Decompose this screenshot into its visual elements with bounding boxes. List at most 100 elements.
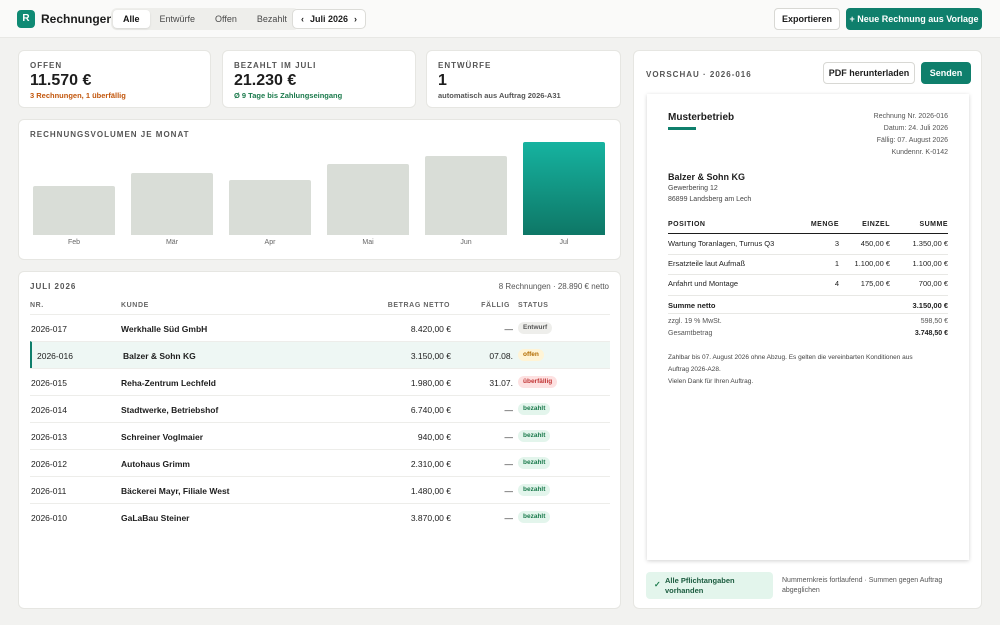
kpi-label: BEZAHLT IM JULI <box>234 61 317 70</box>
item-position: Ersatzteile laut Aufmaß <box>668 259 746 268</box>
table-row[interactable]: 2026-017 Werkhalle Süd GmbH 8.420,00 € — Ent… <box>30 314 610 341</box>
payment-terms-line-2: Auftrag 2026-A28. <box>668 366 721 373</box>
kpi-value: 1 <box>438 72 447 89</box>
bar-feb[interactable] <box>33 185 115 235</box>
compliance-label: Alle Pflichtangaben vorhanden <box>665 576 735 595</box>
status-badge: Entwurf <box>518 322 553 334</box>
col-betrag: BETRAG NETTO <box>387 302 450 309</box>
item-col-summe: SUMME <box>919 221 948 228</box>
kpi-label: ENTWÜRFE <box>438 61 492 70</box>
net-amount: 1.980,00 € <box>410 378 451 388</box>
table-row[interactable]: 2026-016 Balzer & Sohn KG 3.150,00 € 07.08.… <box>30 341 610 368</box>
netto-rule <box>668 313 948 314</box>
customer-name: GaLaBau Steiner <box>121 513 190 523</box>
month-label: Juli 2026 <box>310 14 349 24</box>
kpi-value: 11.570 € <box>30 72 92 89</box>
net-amount: 6.740,00 € <box>410 405 451 415</box>
status-badge: bezahlt <box>518 511 551 523</box>
bar-label: Feb <box>67 239 81 246</box>
table-row[interactable]: 2026-013 Schreiner Voglmaier 940,00 € — beza… <box>30 422 610 449</box>
net-amount: 1.480,00 € <box>410 486 451 496</box>
items-header-rule <box>668 233 948 234</box>
customer-name: Balzer & Sohn KG <box>123 351 196 361</box>
table-row[interactable]: 2026-011 Bäckerei Mayr, Filiale West 1.480… <box>30 476 610 503</box>
bar-apr[interactable] <box>229 179 311 235</box>
chevron-left-icon[interactable]: ‹ <box>301 10 304 28</box>
send-button[interactable]: Senden <box>921 62 971 84</box>
item-quantity: 3 <box>834 239 839 248</box>
invoice-number: 2026-016 <box>37 351 73 361</box>
table-row[interactable]: 2026-014 Stadtwerke, Betriebshof 6.740,00 … <box>30 395 610 422</box>
page-title: Rechnungen <box>41 12 114 26</box>
kpi-card-paid: BEZAHLT IM JULI 21.230 € Ø 9 Tage bis Za… <box>222 50 416 108</box>
invoice-number: 2026-011 <box>31 486 67 496</box>
invoice-meta-due: Fällig: 07. August 2026 <box>876 137 948 144</box>
table-row[interactable]: 2026-010 GaLaBau Steiner 3.870,00 € — bezahl… <box>30 503 610 530</box>
item-unit-price: 1.100,00 € <box>854 259 890 268</box>
bar-mär[interactable] <box>131 173 213 235</box>
item-position: Anfahrt und Montage <box>668 279 739 288</box>
customer-name: Stadtwerke, Betriebshof <box>121 405 219 415</box>
col-faellig: FÄLLIG <box>481 302 510 309</box>
vat-value: 598,50 € <box>920 318 948 325</box>
bar-label: Mai <box>362 239 374 246</box>
col-nr: NR. <box>30 302 44 309</box>
pdf-download-button[interactable]: PDF herunterladen <box>823 62 915 84</box>
item-col-einzel: EINZEL <box>862 221 890 228</box>
new-invoice-button[interactable]: + Neue Rechnung aus Vorlage <box>846 8 982 30</box>
kpi-sub: automatisch aus Auftrag 2026-A31 <box>438 91 561 100</box>
payment-terms-line-1: Zahlbar bis 07. August 2026 ohne Abzug. … <box>668 354 913 361</box>
col-status: STATUS <box>518 302 549 309</box>
kpi-label: OFFEN <box>30 61 63 70</box>
bar-mai[interactable] <box>327 163 409 235</box>
bar-label: Jul <box>559 239 569 246</box>
kpi-sub: Ø 9 Tage bis Zahlungseingang <box>234 91 343 100</box>
kpi-card-open: OFFEN 11.570 € 3 Rechnungen, 1 überfälli… <box>18 50 211 108</box>
invoice-number: 2026-012 <box>31 459 67 469</box>
vat-label: zzgl. 19 % MwSt. <box>668 318 722 325</box>
invoice-table: JULI 2026 8 Rechnungen · 28.890 € netto … <box>18 271 621 609</box>
status-badge: überfällig <box>518 376 558 388</box>
status-badge: bezahlt <box>518 430 551 442</box>
status-badge: bezahlt <box>518 484 551 496</box>
due-date: — <box>504 432 514 442</box>
bar-jun[interactable] <box>425 155 507 235</box>
filter-open[interactable]: Offen <box>205 10 247 28</box>
customer-name: Reha-Zentrum Lechfeld <box>121 378 216 388</box>
preview-panel: VORSCHAU · 2026-016 PDF herunterladen Se… <box>633 50 982 609</box>
items-end-rule <box>668 295 948 296</box>
app-logo-icon: R <box>17 10 35 28</box>
filter-all[interactable]: Alle <box>113 10 150 28</box>
net-amount: 3.150,00 € <box>410 351 451 361</box>
kpi-value: 21.230 € <box>234 72 297 89</box>
chevron-right-icon[interactable]: › <box>354 10 357 28</box>
bar-label: Jun <box>460 239 472 246</box>
netto-value: 3.150,00 € <box>912 301 948 310</box>
invoice-meta-number: Rechnung Nr. 2026-016 <box>873 113 948 120</box>
invoice-number: 2026-015 <box>31 378 67 388</box>
invoice-number: 2026-017 <box>31 324 67 334</box>
bar-jul[interactable] <box>523 141 605 235</box>
customer-name: Schreiner Voglmaier <box>121 432 204 442</box>
customer-name: Werkhalle Süd GmbH <box>121 324 208 334</box>
invoice-number: 2026-014 <box>31 405 67 415</box>
table-row[interactable]: 2026-015 Reha-Zentrum Lechfeld 1.980,00 € 3… <box>30 368 610 395</box>
filter-drafts[interactable]: Entwürfe <box>150 10 206 28</box>
item-total: 700,00 € <box>918 279 948 288</box>
filter-paid[interactable]: Bezahlt <box>247 10 297 28</box>
due-date: — <box>504 459 514 469</box>
top-bar: R Rechnungen Alle Entwürfe Offen Bezahlt… <box>0 0 1000 38</box>
status-badge: bezahlt <box>518 457 551 469</box>
item-divider <box>668 254 948 255</box>
item-total: 1.100,00 € <box>912 259 948 268</box>
volume-chart: RECHNUNGSVOLUMEN JE MONAT Feb Mär Apr Mai Ju… <box>18 119 621 260</box>
net-amount: 8.420,00 € <box>410 324 451 334</box>
invoice-document: Musterbetrieb Rechnung Nr. 2026-016 Datu… <box>647 94 969 560</box>
table-row[interactable]: 2026-012 Autohaus Grimm 2.310,00 € — bezahlt <box>30 449 610 476</box>
item-unit-price: 175,00 € <box>860 279 890 288</box>
check-icon: ✓ <box>654 580 661 589</box>
invoice-meta-customer: Kundennr. K-0142 <box>891 149 948 156</box>
status-filter: Alle Entwürfe Offen Bezahlt <box>111 8 299 30</box>
export-button[interactable]: Exportieren <box>774 8 840 30</box>
item-position: Wartung Toranlagen, Turnus Q3 <box>668 239 775 248</box>
